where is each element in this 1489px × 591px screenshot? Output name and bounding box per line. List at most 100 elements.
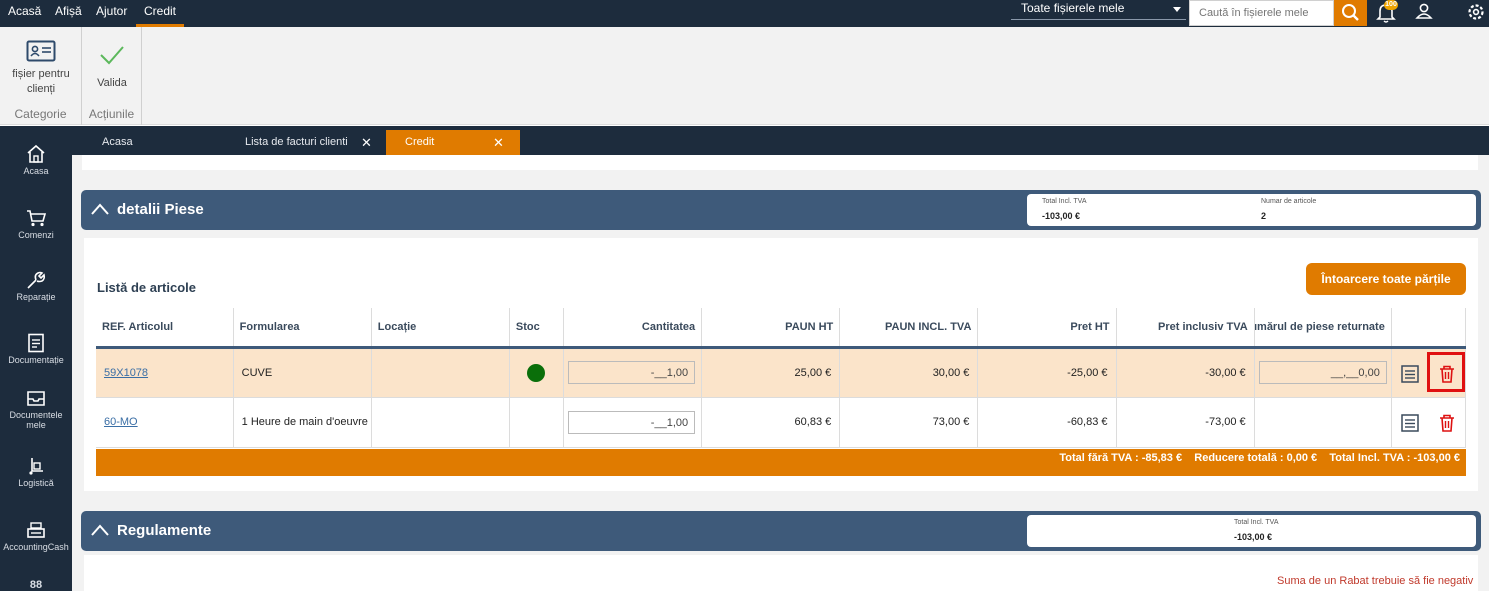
totals-footer: Total fără TVA : -85,83 € Reducere total… xyxy=(96,449,1466,476)
chevron-up-icon xyxy=(91,524,109,536)
article-location xyxy=(371,347,510,398)
sidebar-item-orders[interactable]: Comenzi xyxy=(0,208,72,240)
delete-button[interactable] xyxy=(1436,412,1458,434)
article-label: CUVE xyxy=(233,347,372,398)
sidebar-item-home[interactable]: Acasa xyxy=(0,144,72,176)
category-group-label: Categorie xyxy=(14,107,67,121)
article-ref-link[interactable]: 60-MO xyxy=(104,416,138,428)
returned-pieces-input[interactable]: __,__0,00 xyxy=(1258,361,1387,384)
close-icon[interactable]: ✕ xyxy=(361,130,372,155)
sidebar-item-accounting-cash[interactable]: AccountingCash xyxy=(0,520,72,552)
quantity-input[interactable]: -__1,00 xyxy=(567,410,696,434)
notification-badge: 100 xyxy=(1384,0,1398,10)
apps-grid-icon[interactable]: 88 xyxy=(0,580,72,591)
sidebar-label-home: Acasa xyxy=(23,166,49,176)
parts-total-caption: Total Incl. TVA xyxy=(1042,198,1087,205)
sidebar-label-accounting-cash: AccountingCash xyxy=(3,542,69,552)
return-all-parts-button[interactable]: Întoarcere toate părțile xyxy=(1306,263,1466,295)
top-navigation: Acasă Afișă Ajutor Credit Toate fișierel… xyxy=(0,0,1489,27)
sidebar-item-logistics[interactable]: Logistică xyxy=(0,456,72,488)
col-ref[interactable]: REF. Articolul xyxy=(96,308,234,349)
menu-home[interactable]: Acasă xyxy=(8,0,41,27)
col-price-ttc[interactable]: Pret inclusiv TVA xyxy=(1116,308,1255,349)
article-list-title: Listă de articole xyxy=(97,280,196,295)
article-ref-link[interactable]: 59X1078 xyxy=(104,367,148,379)
col-returned[interactable]: Numărul de piese returnate xyxy=(1254,308,1392,349)
search-button[interactable] xyxy=(1334,0,1367,26)
user-button[interactable] xyxy=(1410,0,1438,26)
validate-button[interactable]: Valida xyxy=(86,44,138,91)
user-icon xyxy=(1415,3,1433,19)
tab-credit-label: Credit xyxy=(405,136,435,148)
tab-invoices[interactable]: Lista de facturi clienti ✕ xyxy=(215,130,383,155)
payments-total-caption: Total Incl. TVA xyxy=(1234,519,1279,526)
menu-display[interactable]: Afișă xyxy=(55,0,82,27)
parts-summary-box: Total Incl. TVA -103,00 € Numar de artic… xyxy=(1027,194,1476,226)
cash-register-icon xyxy=(27,522,45,538)
chevron-down-icon xyxy=(1173,7,1181,12)
col-price-ht[interactable]: Pret HT xyxy=(977,308,1117,349)
sidebar-label-documentation: Documentație xyxy=(8,355,64,365)
sidebar-label-orders: Comenzi xyxy=(18,230,54,240)
inbox-icon xyxy=(27,391,45,406)
details-button[interactable] xyxy=(1399,363,1421,385)
table-header-row: REF. Articolul Formularea Locație Stoc C… xyxy=(96,308,1467,349)
cart-icon xyxy=(27,210,47,227)
returned-pieces-cell xyxy=(1254,397,1392,448)
parts-section-header[interactable]: detalii Piese Total Incl. TVA -103,00 € … xyxy=(81,190,1481,230)
main-content: detalii Piese Total Incl. TVA -103,00 € … xyxy=(72,155,1489,591)
articles-table: REF. Articolul Formularea Locație Stoc C… xyxy=(96,308,1467,448)
table-row: 60-MO 1 Heure de main d'oeuvre -__1,00 6… xyxy=(96,397,1467,448)
close-icon[interactable]: ✕ xyxy=(493,130,504,155)
sidebar-item-documentation[interactable]: Documentație xyxy=(0,333,72,365)
trash-icon xyxy=(1439,414,1454,432)
sidebar-label-my-documents: Documentele mele xyxy=(9,410,63,430)
tab-home[interactable]: Acasa xyxy=(72,130,220,155)
col-stock[interactable]: Stoc xyxy=(509,308,564,349)
col-actions xyxy=(1391,308,1467,349)
paun-ttc-value: 73,00 € xyxy=(839,397,979,448)
menu-help[interactable]: Ajutor xyxy=(96,0,127,27)
col-paun-ht[interactable]: PAUN HT xyxy=(701,308,841,349)
search-input[interactable] xyxy=(1189,0,1334,26)
col-paun-ttc[interactable]: PAUN INCL. TVA xyxy=(839,308,979,349)
discount-warning: Suma de un Rabat trebuie să fie negativ xyxy=(1277,575,1474,587)
tab-home-label: Acasa xyxy=(102,136,133,148)
ribbon-group-actions: Valida Acțiunile xyxy=(82,27,142,125)
logistics-icon xyxy=(29,458,43,475)
file-filter-select[interactable]: Toate fișierele mele xyxy=(1011,0,1186,20)
validate-label: Valida xyxy=(97,77,127,89)
gear-icon xyxy=(1468,4,1484,20)
top-strip xyxy=(82,155,1478,170)
id-card-icon xyxy=(26,40,56,62)
home-icon xyxy=(27,144,45,163)
table-row: 59X1078 CUVE -__1,00 25,00 € 30,00 € -25… xyxy=(96,347,1467,398)
col-label[interactable]: Formularea xyxy=(233,308,372,349)
client-file-label: fișier pentru clienți xyxy=(12,68,70,95)
col-location[interactable]: Locație xyxy=(371,308,510,349)
search-icon xyxy=(1342,4,1359,21)
settings-button[interactable] xyxy=(1462,0,1489,26)
tab-credit[interactable]: Credit ✕ xyxy=(386,130,520,155)
details-button[interactable] xyxy=(1399,412,1421,434)
sidebar: Acasa Comenzi Reparație Documentație Doc… xyxy=(0,126,72,591)
paun-ht-value: 25,00 € xyxy=(701,347,841,398)
col-quantity[interactable]: Cantitatea xyxy=(563,308,703,349)
quantity-input[interactable]: -__1,00 xyxy=(567,361,696,384)
payments-section-header[interactable]: Regulamente Total Incl. TVA -103,00 € xyxy=(81,511,1481,551)
sidebar-item-repair[interactable]: Reparație xyxy=(0,270,72,302)
actions-group-label: Acțiunile xyxy=(88,107,135,121)
list-details-icon xyxy=(1401,364,1419,383)
check-icon xyxy=(100,46,124,65)
stock-status-dot xyxy=(527,363,546,382)
ribbon-group-category: fișier pentru clienți Categorie xyxy=(0,27,82,125)
tab-invoices-label: Lista de facturi clienti xyxy=(245,136,348,148)
parts-count-value: 2 xyxy=(1261,211,1267,221)
menu-credit[interactable]: Credit xyxy=(136,0,185,27)
delete-highlight-frame xyxy=(1427,352,1465,392)
sidebar-item-my-documents[interactable]: Documentele mele xyxy=(0,388,72,430)
tab-bar: Acasa Lista de facturi clienti ✕ Credit ✕ xyxy=(72,126,1489,155)
payments-summary-box: Total Incl. TVA -103,00 € xyxy=(1027,515,1476,547)
parts-panel: Listă de articole Întoarcere toate părți… xyxy=(84,238,1478,491)
client-file-button[interactable]: fișier pentru clienți xyxy=(2,40,80,97)
